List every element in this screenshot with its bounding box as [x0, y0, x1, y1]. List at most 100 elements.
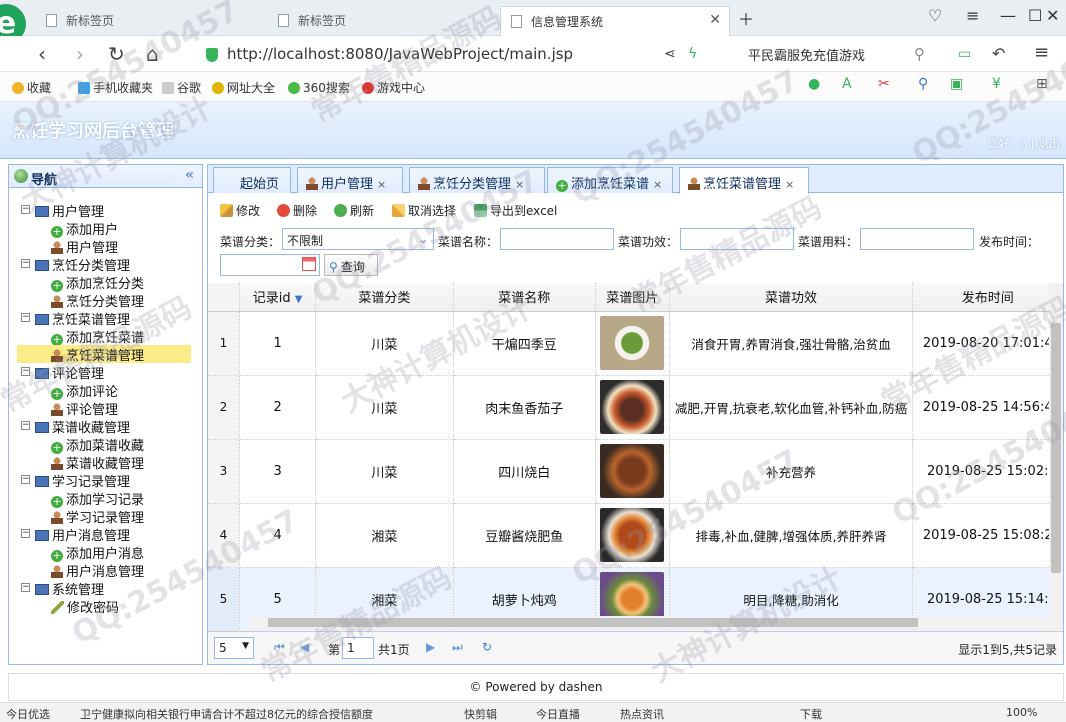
- browser-tab-3[interactable]: 信息管理系统 ✕: [500, 6, 730, 36]
- maximize-icon[interactable]: ☐: [1028, 6, 1042, 25]
- nav-item[interactable]: + 添加用户: [51, 219, 118, 238]
- first-page-icon[interactable]: ⏮: [274, 640, 285, 655]
- scissors-icon[interactable]: ✂: [878, 76, 890, 92]
- nav-item[interactable]: − 菜谱收藏管理: [21, 417, 130, 436]
- nav-item[interactable]: − 学习记录管理: [21, 471, 130, 490]
- collapse-toggle-icon[interactable]: −: [21, 475, 30, 484]
- collapse-toggle-icon[interactable]: −: [21, 421, 30, 430]
- nav-item[interactable]: + 添加烹饪菜谱: [51, 327, 144, 346]
- search-input[interactable]: 平民霸服免充值游戏: [748, 43, 938, 67]
- share-icon[interactable]: ⋖: [664, 46, 676, 62]
- table-row[interactable]: 4 4 湘菜 豆瓣酱烧肥鱼 排毒,补血,健脾,增强体质,养肝养肾 2019-08-25 1…: [208, 503, 1063, 568]
- tab-add-recipe[interactable]: + 添加烹饪菜谱 ×: [547, 167, 673, 193]
- bookmark-mobile[interactable]: 手机收藏夹: [78, 79, 153, 96]
- lightning-icon[interactable]: ϟ: [688, 46, 697, 62]
- recipe-image[interactable]: [600, 444, 665, 498]
- recipe-image[interactable]: [600, 316, 665, 370]
- table-row[interactable]: 3 3 川菜 四川烧白 补充营养 2019-08-25 15:02:: [208, 439, 1063, 504]
- column-header-category[interactable]: 菜谱分类: [315, 283, 454, 312]
- zoom-level[interactable]: 100%: [1006, 706, 1037, 719]
- refresh-button[interactable]: 刷新: [334, 202, 374, 219]
- forward-icon[interactable]: ›: [76, 42, 84, 66]
- gamepad-icon[interactable]: ▣: [950, 76, 963, 92]
- edit-button[interactable]: 修改: [220, 202, 260, 219]
- last-page-icon[interactable]: ⏭: [452, 640, 463, 655]
- nav-item[interactable]: 菜谱收藏管理: [51, 453, 144, 472]
- nav-item[interactable]: 学习记录管理: [51, 507, 144, 526]
- new-tab-icon[interactable]: ＋: [738, 6, 754, 30]
- collapse-icon[interactable]: «: [185, 167, 194, 183]
- statusbar-item-editor[interactable]: 快剪辑: [464, 706, 497, 722]
- nav-item[interactable]: 修改密码: [51, 597, 119, 616]
- undo-icon[interactable]: ↶: [992, 44, 1005, 63]
- browser-tab-1[interactable]: 新标签页: [36, 6, 266, 36]
- recipe-name-input[interactable]: [500, 228, 614, 250]
- recipe-image[interactable]: [600, 508, 665, 562]
- page-number-input[interactable]: 1: [342, 637, 374, 659]
- vertical-scrollbar[interactable]: [1049, 283, 1063, 631]
- export-excel-button[interactable]: 导出到excel: [474, 202, 557, 219]
- nav-item[interactable]: − 烹饪菜谱管理: [21, 309, 130, 328]
- recipe-effect-input[interactable]: [680, 228, 794, 250]
- cancel-select-button[interactable]: 取消选择: [392, 202, 456, 219]
- close-icon[interactable]: ×: [785, 178, 794, 191]
- user-links[interactable]: 您好，a | 退出: [988, 135, 1060, 151]
- nav-item[interactable]: − 系统管理: [21, 579, 104, 598]
- next-page-icon[interactable]: ▶: [426, 640, 435, 654]
- tab-recipe-manage[interactable]: 烹饪菜谱管理 ×: [679, 167, 809, 194]
- close-icon[interactable]: ×: [653, 178, 662, 191]
- table-row[interactable]: 2 2 川菜 肉末鱼香茄子 减肥,开胃,抗衰老,软化血管,补钙补血,防癌 2019-08-…: [208, 375, 1063, 440]
- collapse-toggle-icon[interactable]: −: [21, 367, 30, 376]
- prev-page-icon[interactable]: ◀: [300, 640, 309, 654]
- tab-user-manage[interactable]: 用户管理 ×: [297, 167, 403, 193]
- url-input[interactable]: http://localhost:8080/JavaWebProject/mai…: [205, 41, 725, 67]
- horizontal-scrollbar[interactable]: [248, 616, 1048, 629]
- nav-item[interactable]: − 评论管理: [21, 363, 104, 382]
- bookmark-favorites[interactable]: 收藏: [12, 79, 51, 96]
- page-size-select[interactable]: 5 ▼: [214, 637, 254, 659]
- nav-item[interactable]: 烹饪分类管理: [51, 291, 144, 310]
- nav-item[interactable]: 用户管理: [51, 237, 118, 256]
- nav-item[interactable]: 烹饪菜谱管理: [17, 345, 191, 364]
- column-header-name[interactable]: 菜谱名称: [453, 283, 596, 312]
- nav-item[interactable]: + 添加评论: [51, 381, 118, 400]
- category-select[interactable]: 不限制 ⌄: [282, 228, 434, 250]
- close-icon[interactable]: ✕: [709, 12, 721, 28]
- tab-home[interactable]: 起始页: [213, 167, 291, 193]
- menu-icon[interactable]: ≡: [1034, 42, 1049, 63]
- nav-item[interactable]: + 添加用户消息: [51, 543, 144, 562]
- search-icon[interactable]: ⚲: [914, 45, 925, 63]
- magnifier-icon[interactable]: ⚲: [918, 76, 928, 92]
- statusbar-item-download[interactable]: 下载: [800, 706, 822, 722]
- delete-button[interactable]: 删除: [277, 202, 317, 219]
- column-header-effect[interactable]: 菜谱功效: [669, 283, 914, 312]
- column-header-image[interactable]: 菜谱图片: [595, 283, 670, 312]
- collapse-toggle-icon[interactable]: −: [21, 529, 30, 538]
- chat-icon[interactable]: ●: [808, 76, 820, 92]
- nav-item[interactable]: 评论管理: [51, 399, 118, 418]
- nav-item[interactable]: + 添加学习记录: [51, 489, 144, 508]
- column-header-id[interactable]: 记录id ▼: [239, 283, 317, 312]
- collapse-toggle-icon[interactable]: −: [21, 259, 30, 268]
- news-ticker[interactable]: 卫宁健康拟向相关银行申请合计不超过8亿元的综合授信额度: [80, 706, 373, 722]
- query-button[interactable]: ⚲ 查询: [324, 254, 378, 276]
- table-row[interactable]: 1 1 川菜 干煸四季豆 消食开胃,养胃消食,强壮骨骼,治贫血 2019-08-20 17…: [208, 311, 1063, 376]
- nav-item[interactable]: − 烹饪分类管理: [21, 255, 130, 274]
- menu-icon[interactable]: ≡: [966, 6, 979, 25]
- collapse-toggle-icon[interactable]: −: [21, 583, 30, 592]
- reload-icon[interactable]: ↻: [108, 42, 125, 66]
- nav-item[interactable]: + 添加烹饪分类: [51, 273, 144, 292]
- browser-tab-2[interactable]: 新标签页: [268, 6, 498, 36]
- nav-item[interactable]: + 添加菜谱收藏: [51, 435, 144, 454]
- grid-icon[interactable]: ⊞: [1036, 76, 1048, 92]
- recipe-image[interactable]: [600, 380, 665, 434]
- bookmark-games[interactable]: 游戏中心: [362, 79, 425, 96]
- scroll-thumb[interactable]: [1051, 323, 1061, 573]
- nav-item[interactable]: − 用户消息管理: [21, 525, 130, 544]
- bookmark-sites[interactable]: 网址大全: [212, 79, 275, 96]
- daily-picks[interactable]: 今日优选: [6, 706, 50, 722]
- scroll-thumb[interactable]: [268, 618, 918, 627]
- calendar-icon[interactable]: [302, 257, 316, 271]
- window-close-icon[interactable]: ✕: [1046, 6, 1059, 25]
- collapse-toggle-icon[interactable]: −: [21, 313, 30, 322]
